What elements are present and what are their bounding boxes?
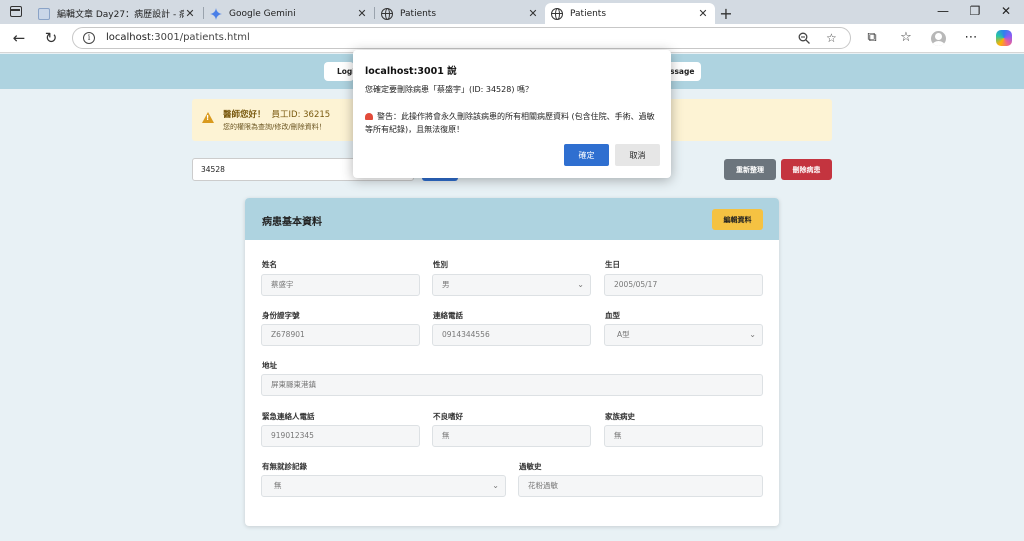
visit-record-value: 無	[274, 481, 282, 490]
family-history-label: 家族病史	[605, 412, 635, 421]
dialog-question: 您確定要刪除病患「蔡盛宇」(ID: 34528) 嗎？	[365, 85, 533, 94]
minimize-icon[interactable]: —	[936, 4, 950, 18]
visit-record-label: 有無就診記錄	[262, 462, 307, 471]
globe-icon	[551, 7, 563, 20]
dialog-warning-text: 警告：此操作將會永久刪除該病患的所有相關病歷資料 (包含住院、手術、過敏等所有紀…	[365, 112, 655, 134]
new-tab-icon[interactable]: +	[719, 4, 733, 23]
patient-info-card: 病患基本資料 編輯資料 姓名 蔡盛宇 性別 男 ⌄ 生日 2005/05/17 身…	[245, 198, 779, 526]
favorites-icon[interactable]: ☆	[898, 30, 914, 45]
gender-select[interactable]: 男 ⌄	[432, 274, 591, 296]
globe-icon	[381, 7, 393, 20]
tab-label: Google Gemini	[229, 8, 296, 19]
emergency-phone-field[interactable]: 919012345	[261, 425, 420, 447]
close-icon[interactable]: ✕	[184, 7, 196, 20]
delete-patient-button[interactable]: 刪除病患	[781, 159, 832, 180]
copilot-icon[interactable]	[996, 30, 1012, 46]
alert-greeting: 醫師您好！	[223, 110, 266, 120]
address-field[interactable]: 屏東縣東港鎮	[261, 374, 763, 396]
address-label: 地址	[262, 361, 277, 370]
nav-login[interactable]: Logi	[324, 62, 354, 81]
card-header: 病患基本資料 編輯資料	[245, 198, 779, 240]
id-number-label: 身份證字號	[262, 311, 300, 320]
gemini-icon	[210, 7, 222, 20]
url-path: :3001/patients.html	[150, 32, 250, 43]
name-label: 姓名	[262, 260, 277, 269]
tab-actions-icon[interactable]	[10, 6, 22, 17]
siren-icon	[365, 113, 373, 120]
site-info-icon[interactable]: i	[83, 32, 95, 44]
blood-type-select[interactable]: A型 ⌄	[604, 324, 763, 346]
close-icon[interactable]: ✕	[527, 7, 539, 20]
habits-field[interactable]: 無	[432, 425, 591, 447]
warning-icon	[202, 112, 214, 123]
gender-label: 性別	[433, 260, 448, 269]
browser-toolbar: ← ↻ i localhost:3001/patients.html ☆ ⧉ ☆…	[0, 24, 1024, 53]
birthday-field[interactable]: 2005/05/17	[604, 274, 763, 296]
reload-icon[interactable]: ↻	[43, 29, 59, 47]
zoom-icon[interactable]	[798, 32, 811, 45]
tab-gemini[interactable]: Google Gemini ✕	[204, 3, 374, 24]
allergy-field[interactable]: 花粉過敏	[518, 475, 763, 497]
tab-label: 編輯文章 Day27：病歷設計 - 病歷	[57, 10, 184, 20]
blog-icon	[38, 7, 50, 20]
tab-blog-editor[interactable]: 編輯文章 Day27：病歷設計 - 病歷 ✕	[32, 3, 202, 24]
employee-id: 員工ID: 36215	[271, 110, 331, 120]
tab-patients-active[interactable]: Patients ✕	[545, 3, 715, 24]
browser-tab-strip: 編輯文章 Day27：病歷設計 - 病歷 ✕ Google Gemini ✕ P…	[0, 0, 1024, 24]
cancel-button[interactable]: 取消	[615, 144, 660, 166]
chevron-down-icon: ⌄	[492, 481, 499, 490]
close-window-icon[interactable]: ✕	[999, 4, 1013, 18]
family-history-field[interactable]: 無	[604, 425, 763, 447]
alert-subtitle: 您的權限為查詢/修改/刪除資料！	[223, 123, 326, 131]
phone-label: 連絡電話	[433, 311, 463, 320]
close-icon[interactable]: ✕	[356, 7, 368, 20]
birthday-label: 生日	[605, 260, 620, 269]
id-number-field[interactable]: Z678901	[261, 324, 420, 346]
dialog-warning: 警告：此操作將會永久刪除該病患的所有相關病歷資料 (包含住院、手術、過敏等所有紀…	[365, 110, 661, 136]
emergency-phone-label: 緊急連絡人電話	[262, 412, 315, 421]
favorite-star-icon[interactable]: ☆	[826, 31, 837, 45]
blood-type-value: A型	[617, 330, 630, 339]
back-icon[interactable]: ←	[11, 29, 27, 47]
confirm-delete-dialog: localhost:3001 說 您確定要刪除病患「蔡盛宇」(ID: 34528…	[353, 50, 671, 178]
tab-label: Patients	[570, 8, 607, 19]
tab-patients[interactable]: Patients ✕	[375, 3, 545, 24]
blood-type-label: 血型	[605, 311, 620, 320]
gender-value: 男	[442, 280, 450, 289]
chevron-down-icon: ⌄	[577, 280, 584, 289]
more-options-icon[interactable]: ⋯	[963, 30, 979, 45]
close-icon[interactable]: ✕	[697, 7, 709, 20]
url-host: localhost	[106, 32, 151, 43]
tab-label: Patients	[400, 8, 437, 19]
name-field[interactable]: 蔡盛宇	[261, 274, 420, 296]
refresh-button[interactable]: 重新整理	[724, 159, 776, 180]
address-bar[interactable]: i localhost:3001/patients.html ☆	[72, 27, 851, 49]
alert-title: 醫師您好！ 員工ID: 36215	[223, 108, 330, 120]
allergy-label: 過敏史	[519, 462, 542, 471]
dialog-title: localhost:3001 說	[365, 66, 457, 77]
url-text[interactable]: localhost:3001/patients.html	[106, 32, 250, 43]
visit-record-select[interactable]: 無 ⌄	[261, 475, 506, 497]
edit-button[interactable]: 編輯資料	[712, 209, 763, 230]
habits-label: 不良嗜好	[433, 412, 463, 421]
extensions-icon[interactable]: ⧉	[864, 30, 880, 45]
profile-avatar[interactable]	[931, 31, 946, 46]
card-title: 病患基本資料	[262, 217, 322, 228]
confirm-button[interactable]: 確定	[564, 144, 609, 166]
phone-field[interactable]: 0914344556	[432, 324, 591, 346]
restore-icon[interactable]: ❐	[968, 4, 982, 18]
chevron-down-icon: ⌄	[749, 330, 756, 339]
